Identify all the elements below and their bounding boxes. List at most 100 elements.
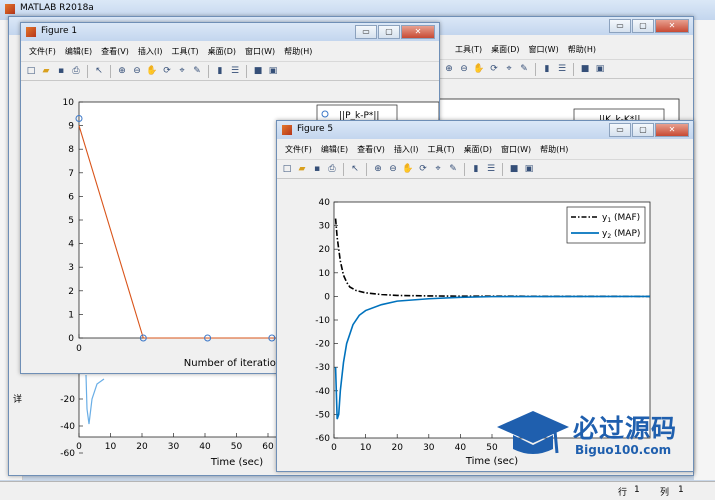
data-cursor-icon[interactable]: ⌖ bbox=[503, 63, 515, 75]
zoom-in-icon[interactable]: ⊕ bbox=[443, 63, 455, 75]
pointer-icon[interactable]: ↖ bbox=[349, 163, 361, 175]
menu-edit[interactable]: 编辑(E) bbox=[321, 143, 348, 157]
dock-icon[interactable]: ▣ bbox=[523, 163, 535, 175]
open-folder-icon[interactable]: ▰ bbox=[40, 65, 52, 77]
col-value: 1 bbox=[678, 485, 684, 495]
x-tick-label: 0 bbox=[76, 442, 82, 452]
hide-tools-icon[interactable]: ■ bbox=[579, 63, 591, 75]
fig1-xlabel: Number of iteration bbox=[184, 358, 282, 369]
fig5-legend: y1 (MAF) y2 (MAP) bbox=[566, 206, 646, 244]
minimize-button[interactable]: ▭ bbox=[609, 123, 631, 137]
toolbar-separator bbox=[366, 162, 367, 176]
toolbar-separator bbox=[343, 162, 344, 176]
new-file-icon[interactable]: □ bbox=[281, 163, 293, 175]
legend-icon[interactable]: ☰ bbox=[229, 65, 241, 77]
dock-icon[interactable]: ▣ bbox=[594, 63, 606, 75]
zoom-out-icon[interactable]: ⊖ bbox=[387, 163, 399, 175]
brush-icon[interactable]: ✎ bbox=[518, 63, 530, 75]
matlab-logo-icon bbox=[5, 4, 15, 14]
menu-file[interactable]: 文件(F) bbox=[29, 45, 56, 59]
fig1-caption-buttons: ▭ ▢ ✕ bbox=[355, 25, 435, 39]
toolbar-separator bbox=[502, 162, 503, 176]
menu-tools[interactable]: 工具(T) bbox=[455, 43, 482, 57]
maximize-button[interactable]: ▢ bbox=[632, 123, 654, 137]
legend-icon[interactable]: ☰ bbox=[556, 63, 568, 75]
menu-help[interactable]: 帮助(H) bbox=[540, 143, 568, 157]
rotate-icon[interactable]: ⟳ bbox=[417, 163, 429, 175]
zoom-in-icon[interactable]: ⊕ bbox=[372, 163, 384, 175]
colorbar-icon[interactable]: ▮ bbox=[214, 65, 226, 77]
colorbar-icon[interactable]: ▮ bbox=[541, 63, 553, 75]
pan-icon[interactable]: ✋ bbox=[473, 63, 485, 75]
menu-help[interactable]: 帮助(H) bbox=[568, 43, 596, 57]
y-tick-label: -30 bbox=[315, 363, 330, 373]
fig5-title-bar[interactable]: Figure 5 ▭ ▢ ✕ bbox=[277, 121, 693, 139]
zoom-out-icon[interactable]: ⊖ bbox=[131, 65, 143, 77]
legend-icon[interactable]: ☰ bbox=[485, 163, 497, 175]
menu-tools[interactable]: 工具(T) bbox=[171, 45, 198, 59]
dock-icon[interactable]: ▣ bbox=[267, 65, 279, 77]
close-button[interactable]: ✕ bbox=[655, 19, 689, 33]
toolbar-separator bbox=[246, 64, 247, 78]
y-tick-label: 3 bbox=[68, 263, 74, 273]
menu-insert[interactable]: 插入(I) bbox=[394, 143, 419, 157]
rotate-icon[interactable]: ⟳ bbox=[488, 63, 500, 75]
data-cursor-icon[interactable]: ⌖ bbox=[432, 163, 444, 175]
x-tick-label: 20 bbox=[391, 443, 403, 453]
brush-icon[interactable]: ✎ bbox=[447, 163, 459, 175]
save-icon[interactable]: ▪ bbox=[55, 65, 67, 77]
pan-icon[interactable]: ✋ bbox=[402, 163, 414, 175]
zoom-out-icon[interactable]: ⊖ bbox=[458, 63, 470, 75]
zoom-in-icon[interactable]: ⊕ bbox=[116, 65, 128, 77]
hide-tools-icon[interactable]: ■ bbox=[252, 65, 264, 77]
print-icon[interactable]: ⎙ bbox=[326, 163, 338, 175]
workspace-panel-edge bbox=[697, 160, 711, 410]
menu-help[interactable]: 帮助(H) bbox=[284, 45, 312, 59]
save-icon[interactable]: ▪ bbox=[311, 163, 323, 175]
col-label: 列 bbox=[660, 488, 670, 498]
menu-desktop[interactable]: 桌面(D) bbox=[464, 143, 492, 157]
y-tick-label: -20 bbox=[60, 395, 75, 405]
new-file-icon[interactable]: □ bbox=[25, 65, 37, 77]
brush-icon[interactable]: ✎ bbox=[191, 65, 203, 77]
maximize-button[interactable]: ▢ bbox=[378, 25, 400, 39]
colorbar-icon[interactable]: ▮ bbox=[470, 163, 482, 175]
minimize-button[interactable]: ▭ bbox=[609, 19, 631, 33]
x-tick-label: 30 bbox=[423, 443, 435, 453]
x-tick-label: 10 bbox=[360, 443, 372, 453]
menu-insert[interactable]: 插入(I) bbox=[138, 45, 163, 59]
hide-tools-icon[interactable]: ■ bbox=[508, 163, 520, 175]
y-tick-label: 4 bbox=[68, 240, 74, 250]
minimize-button[interactable]: ▭ bbox=[355, 25, 377, 39]
pointer-icon[interactable]: ↖ bbox=[93, 65, 105, 77]
y-tick-label: 10 bbox=[319, 269, 331, 279]
menu-edit[interactable]: 编辑(E) bbox=[65, 45, 92, 59]
fig1-title-bar[interactable]: Figure 1 ▭ ▢ ✕ bbox=[21, 23, 439, 41]
menu-window[interactable]: 窗口(W) bbox=[529, 43, 559, 57]
menu-file[interactable]: 文件(F) bbox=[285, 143, 312, 157]
menu-desktop[interactable]: 桌面(D) bbox=[208, 45, 236, 59]
menu-window[interactable]: 窗口(W) bbox=[501, 143, 531, 157]
x-tick-label: 10 bbox=[105, 442, 117, 452]
menu-view[interactable]: 查看(V) bbox=[357, 143, 385, 157]
data-cursor-icon[interactable]: ⌖ bbox=[176, 65, 188, 77]
x-tick-label: 30 bbox=[168, 442, 180, 452]
menu-view[interactable]: 查看(V) bbox=[101, 45, 129, 59]
pan-icon[interactable]: ✋ bbox=[146, 65, 158, 77]
menu-desktop[interactable]: 桌面(D) bbox=[491, 43, 519, 57]
line-label: 行 bbox=[618, 488, 628, 498]
close-button[interactable]: ✕ bbox=[401, 25, 435, 39]
y-tick-label: 10 bbox=[63, 98, 75, 108]
print-icon[interactable]: ⎙ bbox=[70, 65, 82, 77]
y-tick-label: 8 bbox=[68, 145, 74, 155]
fig5-toolbar: □ ▰ ▪ ⎙ ↖ ⊕ ⊖ ✋ ⟳ ⌖ ✎ ▮ ☰ ■ ▣ bbox=[277, 159, 693, 179]
rotate-icon[interactable]: ⟳ bbox=[161, 65, 173, 77]
maximize-button[interactable]: ▢ bbox=[632, 19, 654, 33]
main-status-bar: 行 1 列 1 bbox=[0, 481, 715, 500]
close-button[interactable]: ✕ bbox=[655, 123, 689, 137]
fig5-title: Figure 5 bbox=[297, 124, 334, 134]
open-folder-icon[interactable]: ▰ bbox=[296, 163, 308, 175]
menu-window[interactable]: 窗口(W) bbox=[245, 45, 275, 59]
y-tick-label: 20 bbox=[319, 245, 331, 255]
menu-tools[interactable]: 工具(T) bbox=[427, 143, 454, 157]
